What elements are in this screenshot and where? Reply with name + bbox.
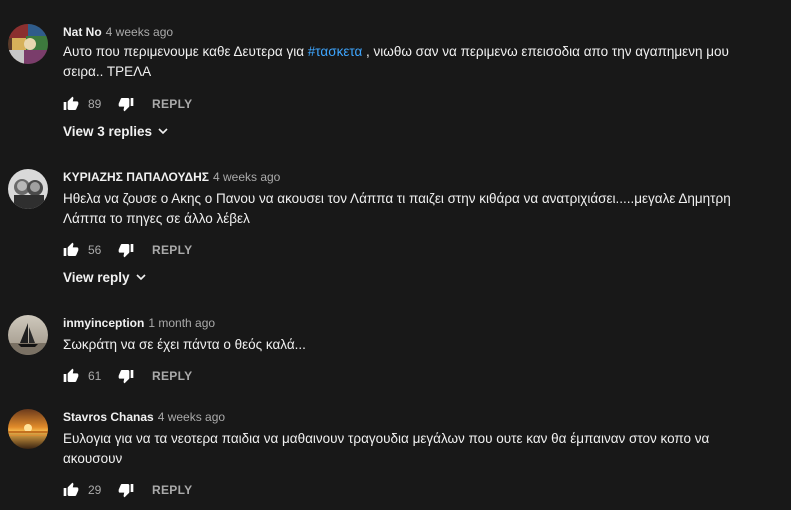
like-count: 29 bbox=[88, 483, 102, 497]
comment-thread: ΚΥΡΙΑΖΗΣ ΠΑΠΑΛΟΥΔΗΣ 4 weeks ago Ηθελα να … bbox=[0, 169, 791, 295]
avatar[interactable] bbox=[8, 409, 48, 449]
colorful-collage-avatar-icon bbox=[8, 24, 48, 64]
like-count: 61 bbox=[88, 369, 102, 383]
comment-time[interactable]: 4 weeks ago bbox=[106, 25, 173, 39]
avatar[interactable] bbox=[8, 169, 48, 209]
author-name[interactable]: inmyinception bbox=[63, 316, 144, 330]
comment-thread: Nat No 4 weeks ago Αυτο που περιμενουμε κ… bbox=[0, 24, 791, 150]
chevron-down-icon bbox=[135, 274, 146, 281]
comment-actions: 29 REPLY bbox=[63, 480, 192, 500]
view-replies-label: View 3 replies bbox=[63, 123, 153, 139]
reply-button[interactable]: REPLY bbox=[152, 97, 192, 111]
thumb-up-icon[interactable] bbox=[63, 368, 79, 384]
comment-text: Αυτο που περιμενουμε καθε Δευτερα για #τ… bbox=[63, 42, 763, 82]
comment-header: inmyinception 1 month ago bbox=[63, 315, 215, 331]
comment-header: Stavros Chanas 4 weeks ago bbox=[63, 409, 225, 425]
comment-actions: 89 REPLY bbox=[63, 94, 192, 114]
thumb-down-icon[interactable] bbox=[118, 242, 134, 258]
author-name[interactable]: Nat No bbox=[63, 25, 102, 39]
avatar[interactable] bbox=[8, 315, 48, 355]
reply-button[interactable]: REPLY bbox=[152, 483, 192, 497]
sunset-sea-avatar-icon bbox=[8, 409, 48, 449]
comment-time[interactable]: 1 month ago bbox=[148, 316, 215, 330]
chevron-down-icon bbox=[158, 128, 168, 135]
sailboat-avatar-icon bbox=[8, 315, 48, 355]
comment-thread: inmyinception 1 month ago Σωκράτη να σε έ… bbox=[0, 315, 791, 395]
comment-text: Ευλογια για να τα νεοτερα παιδια να μαθα… bbox=[63, 431, 710, 466]
like-count: 56 bbox=[88, 243, 102, 257]
thumb-up-icon[interactable] bbox=[63, 96, 79, 112]
like-count: 89 bbox=[88, 97, 102, 111]
comment-text: Ηθελα να ζουσε ο Ακης ο Πανου να ακουσει… bbox=[63, 191, 731, 226]
hashtag-link[interactable]: #τασκετα bbox=[308, 44, 363, 59]
thumb-up-icon[interactable] bbox=[63, 242, 79, 258]
avatar[interactable] bbox=[8, 24, 48, 64]
view-replies-button[interactable]: View reply bbox=[63, 267, 147, 287]
view-replies-button[interactable]: View 3 replies bbox=[63, 121, 169, 141]
comments-section: Nat No 4 weeks ago Αυτο που περιμενουμε κ… bbox=[0, 0, 791, 510]
view-replies-label: View reply bbox=[63, 269, 130, 285]
thumb-down-icon[interactable] bbox=[118, 96, 134, 112]
comment-actions: 61 REPLY bbox=[63, 366, 192, 386]
reply-button[interactable]: REPLY bbox=[152, 243, 192, 257]
reply-button[interactable]: REPLY bbox=[152, 369, 192, 383]
comment-text: Σωκράτη να σε έχει πάντα ο θεός καλά... bbox=[63, 337, 306, 352]
comment-time[interactable]: 4 weeks ago bbox=[213, 170, 280, 184]
comment-text-part: Αυτο που περιμενουμε καθε Δευτερα για bbox=[63, 44, 308, 59]
thumb-down-icon[interactable] bbox=[118, 368, 134, 384]
comment-actions: 56 REPLY bbox=[63, 240, 192, 260]
author-name[interactable]: Stavros Chanas bbox=[63, 410, 154, 424]
comment-header: ΚΥΡΙΑΖΗΣ ΠΑΠΑΛΟΥΔΗΣ 4 weeks ago bbox=[63, 169, 280, 185]
thumb-up-icon[interactable] bbox=[63, 482, 79, 498]
thumb-down-icon[interactable] bbox=[118, 482, 134, 498]
comment-header: Nat No 4 weeks ago bbox=[63, 24, 173, 40]
author-name[interactable]: ΚΥΡΙΑΖΗΣ ΠΑΠΑΛΟΥΔΗΣ bbox=[63, 170, 209, 184]
comment-thread: Stavros Chanas 4 weeks ago Ευλογια για να… bbox=[0, 409, 791, 504]
comment-time[interactable]: 4 weeks ago bbox=[158, 410, 225, 424]
grayscale-two-faces-avatar-icon bbox=[8, 169, 48, 209]
